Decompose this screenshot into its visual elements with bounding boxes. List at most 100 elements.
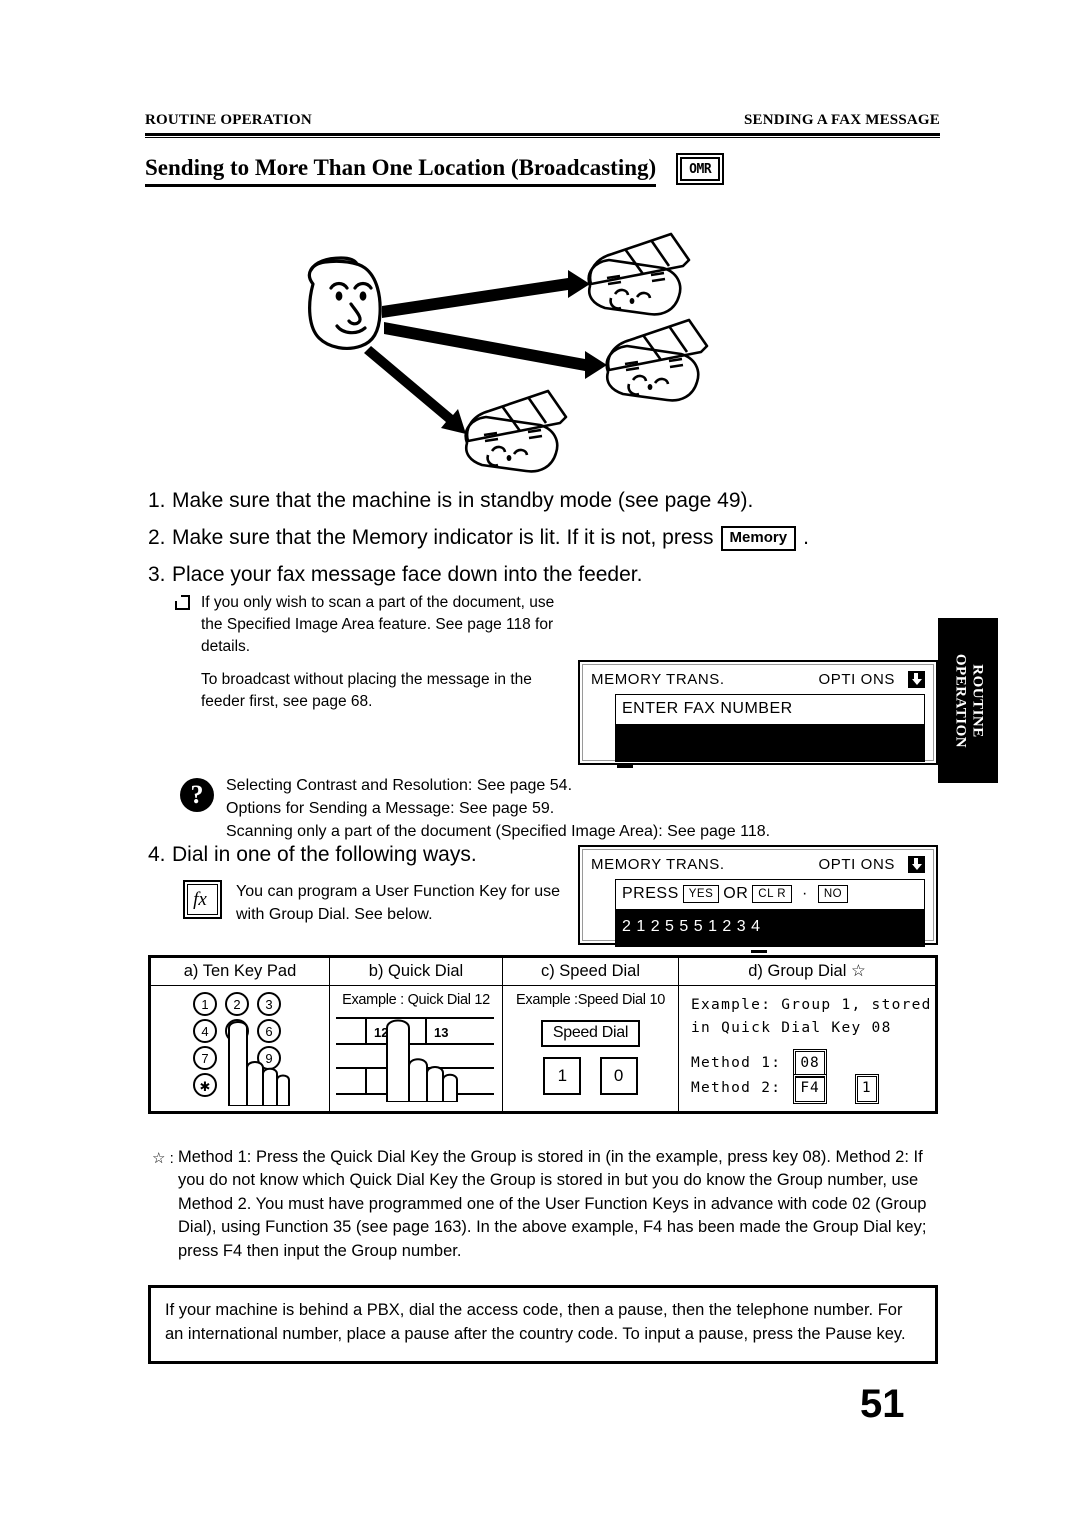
column-header-quick-dial: b) Quick Dial bbox=[329, 957, 503, 986]
speed-dial-digit-2[interactable]: 0 bbox=[599, 1057, 638, 1095]
question-mark-icon: ? bbox=[180, 778, 214, 812]
quick-dial-illustration: 12 13 bbox=[336, 1017, 494, 1103]
step-4-number: 4. bbox=[148, 843, 166, 866]
lcd-cursor-indicator-2 bbox=[751, 950, 767, 953]
dial-methods-table: a) Ten Key Pad b) Quick Dial c) Speed Di… bbox=[148, 955, 938, 1114]
note-text-0: If you only wish to scan a part of the d… bbox=[201, 594, 555, 655]
lcd-yes-key[interactable]: YES bbox=[682, 884, 720, 904]
cell-group-dial: Example: Group 1, stored in Quick Dial K… bbox=[678, 985, 936, 1112]
side-tab-text: ROUTINE OPERATION bbox=[951, 653, 986, 748]
group-dial-method-2-key-group-number[interactable]: 1 bbox=[856, 1076, 877, 1102]
group-dial-method-2-key-f4[interactable]: F4 bbox=[795, 1076, 825, 1102]
step-1: 1. Make sure that the machine is in stan… bbox=[148, 487, 948, 515]
lcd-prompt-line: ENTER FAX NUMBER bbox=[616, 695, 924, 724]
speed-dial-digit-1[interactable]: 1 bbox=[543, 1057, 582, 1095]
lcd-display-press-yes-or-clr: MEMORY TRANS. OPTI ONS PRESS YES OR CL R… bbox=[578, 845, 938, 953]
column-header-speed-dial: c) Speed Dial bbox=[502, 957, 679, 986]
step-2-text-before: Make sure that the Memory indicator is l… bbox=[172, 526, 714, 550]
lcd-fax-number-value: 2 1 2 5 5 5 1 2 3 4 bbox=[616, 909, 924, 946]
column-header-group-dial: d) Group Dial ☆ bbox=[678, 957, 936, 986]
cell-speed-dial: Example :Speed Dial 10 Speed Dial 1 0 bbox=[502, 985, 679, 1112]
broadcasting-illustration bbox=[285, 222, 725, 487]
svg-text:9: 9 bbox=[265, 1051, 272, 1066]
down-arrow-icon bbox=[908, 671, 925, 688]
lcd-options-label: OPTI ONS bbox=[818, 671, 895, 688]
lcd-no-key[interactable]: NO bbox=[817, 884, 849, 904]
notes-block: If you only wish to scan a part of the d… bbox=[175, 592, 565, 724]
svg-text:fx: fx bbox=[193, 889, 207, 910]
side-tab-line-2: OPERATION bbox=[952, 653, 968, 748]
ten-key-pad-illustration: 123 456 79 ✱ bbox=[151, 986, 329, 1111]
quick-dial-example-label: Example : Quick Dial 12 bbox=[342, 992, 490, 1008]
step-2: 2. Make sure that the Memory indicator i… bbox=[148, 524, 948, 552]
group-dial-example-line-2: in Quick Dial Key 08 bbox=[691, 1020, 892, 1037]
step-4: 4. Dial in one of the following ways. bbox=[148, 843, 477, 867]
group-dial-method-1-key[interactable]: 08 bbox=[795, 1050, 825, 1077]
group-dial-footnote: ☆ : Method 1: Press the Quick Dial Key t… bbox=[152, 1146, 942, 1263]
fx-note-text: You can program a User Function Key for … bbox=[236, 883, 561, 923]
header-right-label: SENDING A FAX MESSAGE bbox=[743, 112, 940, 128]
svg-text:6: 6 bbox=[265, 1024, 272, 1039]
memory-key-button[interactable]: Memory bbox=[720, 526, 797, 552]
lcd-clr-key[interactable]: CL R bbox=[752, 884, 793, 904]
table-header-row: a) Ten Key Pad b) Quick Dial c) Speed Di… bbox=[150, 957, 936, 986]
note-text-1: To broadcast without placing the message… bbox=[201, 671, 532, 710]
svg-text:3: 3 bbox=[265, 997, 272, 1012]
svg-text:7: 7 bbox=[201, 1051, 208, 1066]
page-title: Sending to More Than One Location (Broad… bbox=[145, 155, 657, 187]
quick-dial-key-right-label: 13 bbox=[434, 1025, 448, 1040]
svg-text:✱: ✱ bbox=[200, 1079, 211, 1094]
question-callout: ? Selecting Contrast and Resolution: See… bbox=[180, 772, 920, 844]
step-3: 3. Place your fax message face down into… bbox=[148, 561, 948, 589]
lcd-prompt-or: OR bbox=[723, 885, 749, 902]
step-1-number: 1. bbox=[148, 489, 166, 512]
lcd-options-label-2: OPTI ONS bbox=[818, 856, 895, 873]
group-dial-method-2-row: Method 2: F4 1 bbox=[691, 1076, 935, 1102]
group-dial-example-line-1: Example: Group 1, stored bbox=[691, 997, 932, 1013]
header-divider-rule bbox=[145, 133, 940, 138]
lcd-title: MEMORY TRANS. bbox=[591, 671, 725, 688]
step-2-number: 2. bbox=[148, 526, 166, 550]
question-line-0: Selecting Contrast and Resolution: See p… bbox=[226, 777, 573, 794]
group-dial-method-1-label: Method 1: bbox=[691, 1054, 782, 1071]
svg-text:1: 1 bbox=[201, 997, 208, 1012]
group-dial-method-2-label: Method 2: bbox=[691, 1080, 782, 1097]
lcd-screen: ENTER FAX NUMBER bbox=[615, 694, 925, 762]
svg-text:4: 4 bbox=[201, 1024, 208, 1039]
column-header-ten-key-pad: a) Ten Key Pad bbox=[150, 957, 330, 986]
speed-dial-button[interactable]: Speed Dial bbox=[540, 1020, 641, 1047]
step-4-text: Dial in one of the following ways. bbox=[172, 843, 477, 866]
group-dial-method-1-row: Method 1: 08 bbox=[691, 1050, 935, 1077]
step-1-text: Make sure that the machine is in standby… bbox=[172, 489, 754, 512]
page-running-header: ROUTINE OPERATION SENDING A FAX MESSAGE bbox=[145, 112, 940, 138]
section-title-row: Sending to More Than One Location (Broad… bbox=[145, 155, 940, 187]
lcd-status-row-2: MEMORY TRANS. OPTI ONS bbox=[591, 856, 925, 873]
lcd-cursor-indicator bbox=[617, 765, 633, 768]
note-item-0: If you only wish to scan a part of the d… bbox=[175, 592, 565, 724]
pbx-pause-note-box: If your machine is behind a PBX, dial th… bbox=[148, 1285, 938, 1364]
step-2-text: Make sure that the Memory indicator is l… bbox=[172, 524, 809, 552]
header-left-label: ROUTINE OPERATION bbox=[145, 112, 312, 128]
note-square-bullet-icon bbox=[175, 592, 201, 724]
lcd-prompt-prefix: PRESS bbox=[622, 885, 679, 902]
side-tab-line-1: ROUTINE bbox=[969, 663, 986, 738]
footnote-star-marker: ☆ : bbox=[152, 1150, 174, 1167]
step-3-number: 3. bbox=[148, 563, 166, 587]
footnote-text: Method 1: Press the Quick Dial Key the G… bbox=[178, 1148, 927, 1260]
user-function-key-note: fx You can program a User Function Key f… bbox=[183, 880, 573, 926]
cell-ten-key-pad: 123 456 79 ✱ bbox=[150, 985, 330, 1112]
cell-quick-dial: Example : Quick Dial 12 12 13 bbox=[329, 985, 503, 1112]
procedure-steps: 1. Make sure that the machine is in stan… bbox=[148, 487, 948, 598]
lcd-prompt-separator: · bbox=[802, 885, 808, 902]
lcd-input-line bbox=[616, 724, 924, 761]
question-line-2: Scanning only a part of the document (Sp… bbox=[226, 823, 771, 841]
question-callout-lines: Selecting Contrast and Resolution: See p… bbox=[226, 772, 770, 844]
omr-badge-icon: OMR bbox=[680, 157, 721, 181]
question-line-1: Options for Sending a Message: See page … bbox=[226, 800, 555, 818]
step-2-text-after: . bbox=[803, 526, 809, 550]
speed-dial-example-label: Example :Speed Dial 10 bbox=[516, 992, 665, 1008]
group-dial-content: Example: Group 1, stored in Quick Dial K… bbox=[679, 986, 935, 1102]
table-row: 123 456 79 ✱ bbox=[150, 985, 936, 1112]
down-arrow-icon bbox=[908, 856, 925, 873]
fx-function-key-icon[interactable]: fx bbox=[183, 880, 222, 919]
